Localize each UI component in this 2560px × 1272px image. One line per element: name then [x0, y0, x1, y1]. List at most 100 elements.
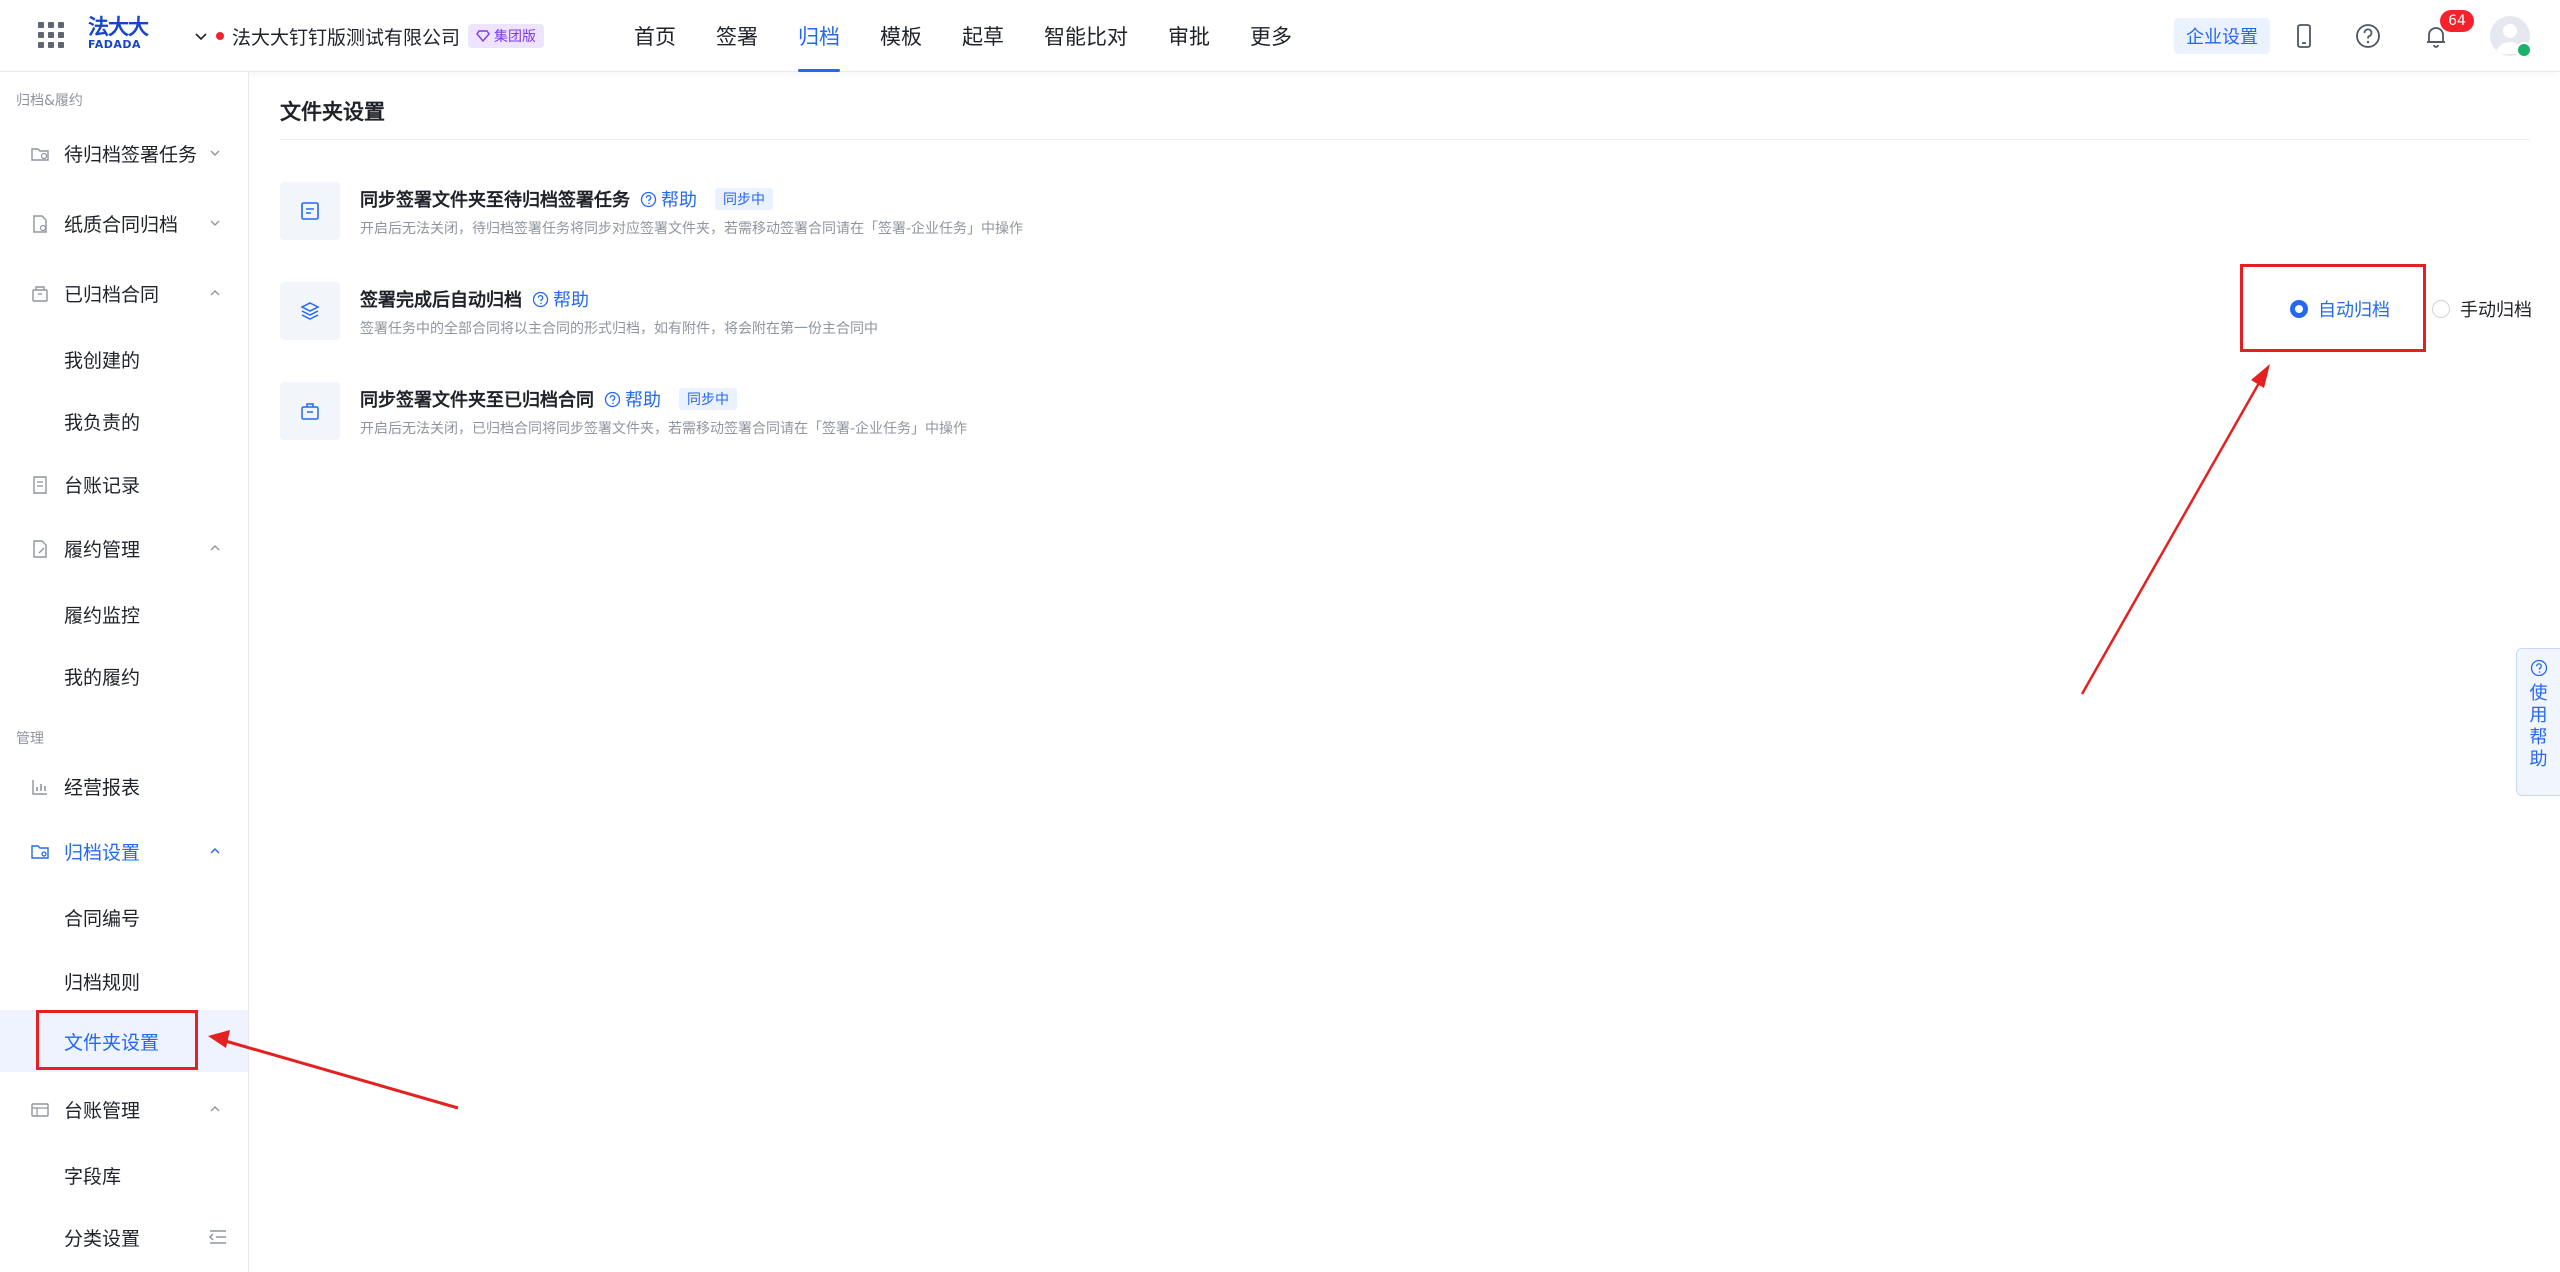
- fadada-logo[interactable]: 法大大 FADADA: [88, 16, 152, 56]
- help-label: 帮助: [661, 190, 697, 211]
- syncing-tag: 同步中: [679, 388, 737, 410]
- chevron-down-icon: [195, 33, 207, 41]
- nav-archive[interactable]: 归档: [778, 0, 860, 72]
- help-circle-icon: [532, 291, 549, 307]
- setting-icon-box: [280, 282, 340, 340]
- setting-title: 同步签署文件夹至待归档签署任务 帮助 同步中: [360, 186, 773, 212]
- sidebar-item-label: 字段库: [64, 1165, 122, 1188]
- annotation-highlight-sidebar: [36, 1010, 198, 1070]
- radio-manual-archive[interactable]: 手动归档: [2432, 296, 2532, 322]
- company-name: 法大大钉钉版测试有限公司: [232, 26, 461, 49]
- help-link[interactable]: 帮助: [640, 186, 697, 212]
- diamond-icon: [476, 30, 490, 42]
- folder-settings-icon: [31, 845, 49, 859]
- floating-help-label: 使用帮助: [2529, 683, 2548, 770]
- sidebar-item-label: 我的履约: [64, 666, 141, 689]
- setting-icon-box: [280, 182, 340, 240]
- sidebar: 归档&履约 待归档签署任务 纸质合同归档 已归档合同 我创建的 我负责的 台账记…: [0, 72, 249, 1272]
- help-link[interactable]: 帮助: [604, 386, 661, 412]
- setting-title-text: 签署完成后自动归档: [360, 290, 522, 311]
- sidebar-item-field-library[interactable]: 字段库: [0, 1150, 248, 1200]
- sidebar-item-archive-settings[interactable]: 归档设置: [0, 826, 248, 876]
- sidebar-item-archived-contracts[interactable]: 已归档合同: [0, 268, 248, 318]
- sidebar-item-archive-rules[interactable]: 归档规则: [0, 956, 248, 1006]
- help-label: 帮助: [625, 390, 661, 411]
- sidebar-item-label: 履约管理: [64, 538, 141, 561]
- setting-title: 同步签署文件夹至已归档合同 帮助 同步中: [360, 386, 737, 412]
- folder-clock-icon: [31, 148, 49, 161]
- sidebar-item-business-report[interactable]: 经营报表: [0, 761, 248, 811]
- company-switcher[interactable]: 法大大钉钉版测试有限公司 集团版: [194, 22, 545, 50]
- edition-badge: 集团版: [468, 24, 545, 48]
- ledger-icon: [33, 476, 47, 494]
- annotation-highlight-radio: [2240, 264, 2426, 352]
- help-label: 帮助: [553, 290, 589, 311]
- chevron-up-icon: [210, 1106, 220, 1112]
- nav-template[interactable]: 模板: [860, 0, 942, 72]
- help-circle-icon: [604, 391, 621, 407]
- chevron-down-icon: [210, 150, 220, 156]
- sidebar-item-paper-archive[interactable]: 纸质合同归档: [0, 198, 248, 248]
- enterprise-settings-button[interactable]: 企业设置: [2174, 18, 2270, 54]
- document-icon: [301, 202, 319, 220]
- chevron-up-icon: [210, 290, 220, 296]
- sidebar-item-label: 台账管理: [64, 1099, 141, 1122]
- radio-circle[interactable]: [2432, 300, 2450, 318]
- sidebar-item-category-settings[interactable]: 分类设置: [0, 1212, 248, 1262]
- mobile-icon[interactable]: [2290, 22, 2318, 50]
- sidebar-item-label: 台账记录: [64, 474, 141, 497]
- doc-edit-icon: [33, 540, 47, 558]
- setting-row-sync-pending: 同步签署文件夹至待归档签署任务 帮助 同步中 开启后无法关闭，待归档签署任务将同…: [280, 180, 2280, 242]
- sidebar-item-label: 已归档合同: [64, 283, 160, 306]
- logo-cn: 法大大: [88, 15, 149, 39]
- floating-help-button[interactable]: 使用帮助: [2516, 648, 2560, 796]
- nav-home[interactable]: 首页: [614, 0, 696, 72]
- nav-more[interactable]: 更多: [1230, 0, 1312, 72]
- setting-title-text: 同步签署文件夹至待归档签署任务: [360, 190, 630, 211]
- sidebar-item-label: 归档规则: [64, 971, 141, 994]
- sidebar-item-ledger-management[interactable]: 台账管理: [0, 1084, 248, 1134]
- sidebar-item-responsible-by-me[interactable]: 我负责的: [0, 396, 248, 446]
- annotation-arrow-left: [221, 1038, 459, 1110]
- verified-badge: [2516, 42, 2532, 58]
- table-icon: [31, 1103, 49, 1117]
- setting-title-text: 同步签署文件夹至已归档合同: [360, 390, 594, 411]
- logo-en: FADADA: [88, 38, 142, 51]
- status-dot: [216, 32, 224, 40]
- layers-icon: [300, 302, 320, 320]
- sidebar-item-label: 履约监控: [64, 604, 141, 627]
- setting-title: 签署完成后自动归档 帮助: [360, 286, 589, 312]
- sidebar-item-label: 合同编号: [64, 907, 141, 930]
- notification-badge: 64: [2440, 10, 2474, 32]
- sidebar-item-label: 经营报表: [64, 776, 141, 799]
- sidebar-item-my-performance[interactable]: 我的履约: [0, 651, 248, 701]
- sidebar-item-label: 纸质合同归档: [64, 213, 179, 236]
- help-circle-icon: [640, 191, 657, 207]
- sidebar-item-label: 我创建的: [64, 349, 141, 372]
- help-link[interactable]: 帮助: [532, 286, 589, 312]
- setting-row-sync-archived: 同步签署文件夹至已归档合同 帮助 同步中 开启后无法关闭，已归档合同将同步签署文…: [280, 380, 2280, 442]
- sidebar-item-contract-number[interactable]: 合同编号: [0, 892, 248, 942]
- sidebar-item-label: 我负责的: [64, 411, 141, 434]
- help-circle-icon: [2530, 659, 2547, 677]
- sidebar-item-pending-archive[interactable]: 待归档签署任务: [0, 128, 248, 178]
- nav-smart-compare[interactable]: 智能比对: [1024, 0, 1148, 72]
- app-grid-icon[interactable]: [38, 22, 64, 48]
- page-title: 文件夹设置: [280, 100, 385, 124]
- nav-sign[interactable]: 签署: [696, 0, 778, 72]
- archive-box-icon: [32, 286, 48, 302]
- setting-icon-box: [280, 382, 340, 440]
- nav-approval[interactable]: 审批: [1148, 0, 1230, 72]
- sidebar-item-performance-monitor[interactable]: 履约监控: [0, 589, 248, 639]
- sidebar-item-ledger-records[interactable]: 台账记录: [0, 459, 248, 509]
- setting-description: 签署任务中的全部合同将以主合同的形式归档，如有附件，将会附在第一份主合同中: [360, 321, 878, 337]
- nav-draft[interactable]: 起草: [942, 0, 1024, 72]
- chevron-up-icon: [210, 848, 220, 854]
- edition-label: 集团版: [494, 29, 537, 45]
- sidebar-item-created-by-me[interactable]: 我创建的: [0, 334, 248, 384]
- chevron-down-icon: [210, 220, 220, 226]
- collapse-sidebar-icon[interactable]: [208, 1228, 228, 1246]
- sidebar-item-performance[interactable]: 履约管理: [0, 523, 248, 573]
- sidebar-item-label: 归档设置: [64, 841, 141, 864]
- help-circle-icon[interactable]: [2354, 22, 2382, 50]
